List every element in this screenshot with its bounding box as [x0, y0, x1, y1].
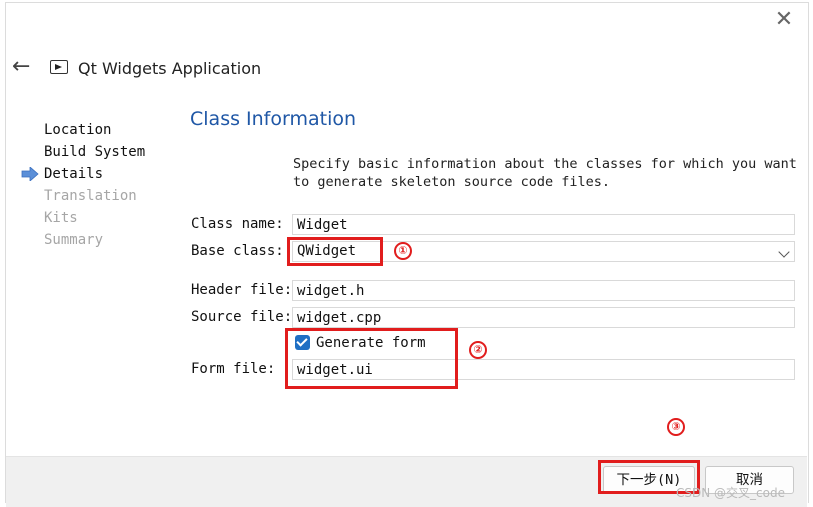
source-file-label: Source file:: [191, 309, 293, 325]
sidebar-step-build-system: Build System: [44, 144, 146, 160]
annotation-marker-2: ②: [469, 341, 487, 359]
class-name-input[interactable]: [292, 214, 795, 235]
sidebar-step-location: Location: [44, 122, 112, 138]
annotation-box-base-class: [287, 237, 383, 266]
watermark: CSDN @交叉_code: [676, 486, 785, 500]
class-name-label: Class name:: [191, 216, 284, 232]
source-file-input[interactable]: [292, 307, 795, 328]
page-description: Specify basic information about the clas…: [293, 156, 797, 190]
form-file-label: Form file:: [191, 361, 276, 377]
chevron-down-icon: [778, 246, 790, 258]
sidebar-step-details: Details: [44, 166, 104, 182]
wizard-title: Qt Widgets Application: [78, 59, 262, 78]
annotation-box-form: [285, 328, 458, 389]
header-file-label: Header file:: [191, 282, 293, 298]
sidebar-step-summary: Summary: [44, 232, 104, 248]
arrow-left-icon[interactable]: ←: [12, 56, 34, 78]
annotation-marker-1: ①: [394, 242, 412, 260]
page-title: Class Information: [190, 108, 357, 130]
header-file-input[interactable]: [292, 280, 795, 301]
application-icon: [50, 60, 68, 74]
current-step-arrow-icon: [21, 167, 39, 181]
annotation-marker-3: ③: [667, 418, 685, 436]
sidebar-step-kits: Kits: [44, 210, 78, 226]
close-icon[interactable]: ✕: [772, 8, 796, 32]
sidebar-step-translation: Translation: [44, 188, 137, 204]
base-class-label: Base class:: [191, 243, 284, 259]
